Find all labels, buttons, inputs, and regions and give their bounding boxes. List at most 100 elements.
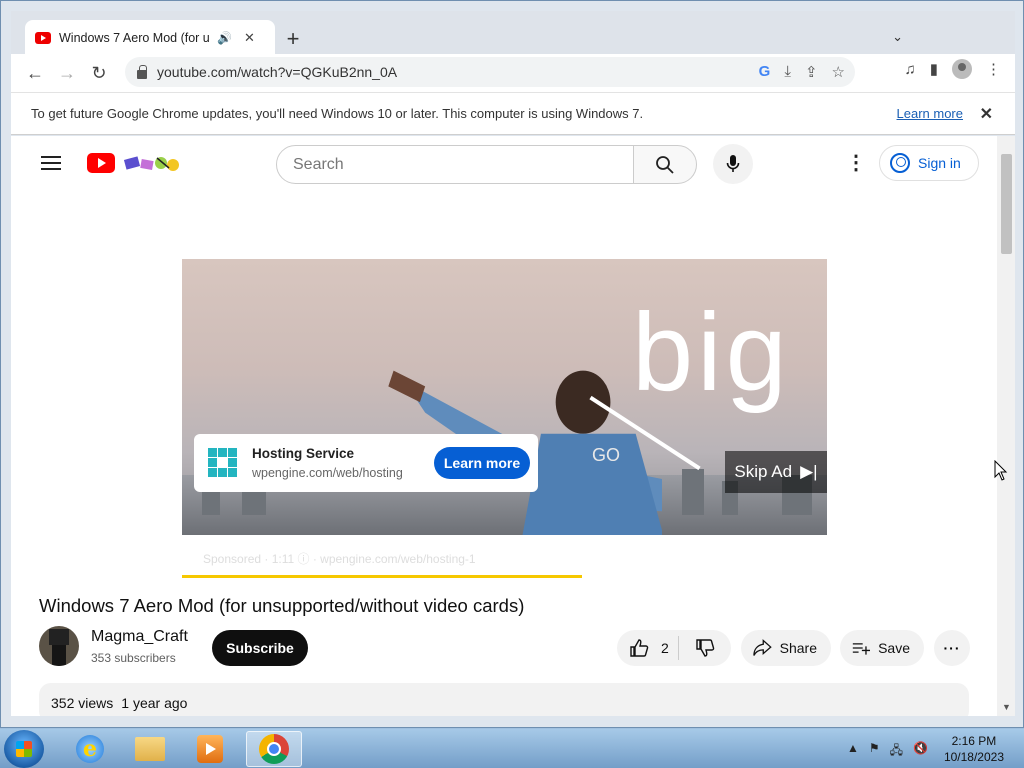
speaker-icon[interactable]: 🔊 bbox=[217, 31, 232, 45]
ad-big-text: big bbox=[632, 291, 791, 414]
toolbar-right: ♫ ▮ ⋮ bbox=[904, 59, 1001, 79]
tab-search-chevron-icon[interactable]: ⌄ bbox=[892, 29, 903, 45]
address-bar[interactable]: youtube.com/watch?v=QGKuB2nn_0A G ⤓ ⇪ ☆ bbox=[125, 57, 855, 87]
windows-taskbar: e ▲ ⚑ 🖧 🔇 2:16 PM 10/18/2023 bbox=[0, 728, 1024, 768]
sign-in-label: Sign in bbox=[918, 155, 961, 171]
back-button[interactable]: ← bbox=[19, 57, 51, 89]
page-scrollbar[interactable]: ▼ bbox=[997, 136, 1015, 716]
update-infobar: To get future Google Chrome updates, you… bbox=[11, 92, 1015, 135]
show-hidden-icons-icon[interactable]: ▲ bbox=[847, 741, 859, 762]
taskbar-chrome[interactable] bbox=[246, 731, 302, 767]
wpengine-logo-icon bbox=[208, 448, 238, 478]
account-circle-icon bbox=[890, 153, 910, 173]
share-label: Share bbox=[779, 640, 817, 656]
browser-toolbar: ← → ↻ youtube.com/watch?v=QGKuB2nn_0A G … bbox=[11, 54, 1015, 92]
tab-strip: Windows 7 Aero Mod (for unsupported/with… bbox=[11, 11, 1015, 55]
like-dislike-group: 2 bbox=[617, 630, 731, 666]
more-actions-button[interactable]: ··· bbox=[934, 630, 970, 666]
url-text[interactable]: youtube.com/watch?v=QGKuB2nn_0A bbox=[157, 64, 397, 80]
start-button[interactable] bbox=[4, 730, 44, 768]
skip-ad-button[interactable]: Skip Ad ▶| bbox=[725, 451, 827, 493]
youtube-doodle-icon[interactable] bbox=[121, 152, 181, 174]
infobar-close-icon[interactable]: ✕ bbox=[980, 104, 993, 124]
save-button[interactable]: Save bbox=[840, 630, 924, 666]
description-box[interactable]: 352 views 1 year ago bbox=[39, 683, 969, 716]
system-tray: ▲ ⚑ 🖧 🔇 bbox=[847, 741, 928, 762]
building bbox=[682, 469, 704, 515]
folder-icon bbox=[135, 737, 165, 761]
subscribe-button[interactable]: Subscribe bbox=[212, 630, 308, 666]
youtube-favicon-icon bbox=[35, 31, 51, 44]
view-count: 352 views bbox=[51, 695, 114, 711]
taskbar-internet-explorer[interactable]: e bbox=[62, 731, 118, 767]
tab-youtube[interactable]: Windows 7 Aero Mod (for unsupported/with… bbox=[25, 20, 275, 55]
share-page-icon[interactable]: ⇪ bbox=[805, 63, 818, 81]
system-clock[interactable]: 2:16 PM 10/18/2023 bbox=[944, 733, 1004, 765]
ad-overlay-card[interactable]: Hosting Service wpengine.com/web/hosting… bbox=[194, 434, 538, 492]
settings-menu-icon[interactable]: ⋮ bbox=[846, 153, 866, 173]
dislike-button[interactable] bbox=[679, 638, 731, 658]
chrome-window: ▁ ▭ ✕ Windows 7 Aero Mod (for unsupporte… bbox=[0, 0, 1024, 728]
volume-muted-icon[interactable]: 🔇 bbox=[913, 741, 928, 762]
ad-video[interactable]: big GO bbox=[182, 259, 827, 535]
video-title: Windows 7 Aero Mod (for unsupported/with… bbox=[39, 595, 525, 616]
internet-explorer-icon: e bbox=[76, 735, 104, 763]
ad-url: wpengine.com/web/hosting bbox=[252, 466, 403, 480]
forward-button[interactable]: → bbox=[51, 57, 83, 89]
clock-date: 10/18/2023 bbox=[943, 750, 1004, 764]
tab-title: Windows 7 Aero Mod (for unsupported/with… bbox=[59, 30, 209, 45]
infobar-learn-more-link[interactable]: Learn more bbox=[897, 106, 963, 121]
share-icon bbox=[753, 639, 772, 656]
action-center-flag-icon[interactable]: ⚑ bbox=[869, 741, 880, 762]
search-icon bbox=[656, 155, 674, 174]
side-panel-icon[interactable]: ▮ bbox=[930, 60, 938, 78]
media-player-icon bbox=[197, 735, 223, 763]
channel-name[interactable]: Magma_Craft bbox=[91, 628, 188, 646]
microphone-icon bbox=[726, 155, 740, 172]
like-button[interactable]: 2 bbox=[617, 636, 679, 660]
youtube-page: Search ⋮ Sign in big GO Hosting Service … bbox=[11, 136, 1015, 716]
chrome-icon bbox=[259, 734, 289, 764]
mouse-cursor-icon bbox=[994, 460, 1008, 481]
save-playlist-icon bbox=[852, 643, 871, 655]
save-label: Save bbox=[878, 640, 910, 656]
thumbs-down-icon bbox=[696, 639, 715, 657]
subscriber-count: 353 subscribers bbox=[91, 651, 176, 665]
new-tab-button[interactable]: + bbox=[279, 26, 307, 54]
clock-time: 2:16 PM bbox=[951, 734, 997, 748]
omnibox-actions: G ⤓ ⇪ ☆ bbox=[759, 63, 845, 81]
ad-texts: Hosting Service wpengine.com/web/hosting bbox=[252, 446, 403, 480]
channel-avatar[interactable] bbox=[39, 626, 79, 666]
bookmark-star-icon[interactable]: ☆ bbox=[832, 63, 845, 81]
profile-avatar-icon[interactable] bbox=[952, 59, 972, 79]
scroll-down-arrow-icon[interactable]: ▼ bbox=[1002, 702, 1011, 712]
voice-search-button[interactable] bbox=[713, 144, 753, 184]
thumbs-up-icon bbox=[630, 639, 649, 657]
network-icon[interactable]: 🖧 bbox=[890, 741, 903, 762]
ad-title: Hosting Service bbox=[252, 446, 355, 461]
lock-icon[interactable] bbox=[137, 64, 147, 79]
skip-next-icon: ▶| bbox=[800, 462, 818, 481]
google-translate-icon[interactable]: G bbox=[759, 63, 771, 81]
install-app-icon[interactable]: ⤓ bbox=[784, 63, 791, 81]
reload-button[interactable]: ↻ bbox=[83, 57, 115, 89]
taskbar-file-explorer[interactable] bbox=[122, 731, 178, 767]
media-control-icon[interactable]: ♫ bbox=[904, 61, 915, 78]
search-input[interactable]: Search bbox=[276, 145, 634, 184]
upload-age: 1 year ago bbox=[121, 695, 188, 711]
sign-in-button[interactable]: Sign in bbox=[879, 145, 979, 181]
ad-go-text: GO bbox=[592, 445, 621, 465]
guide-menu-icon[interactable] bbox=[41, 156, 61, 170]
ad-learn-more-button[interactable]: Learn more bbox=[434, 447, 530, 479]
skip-ad-label: Skip Ad bbox=[734, 462, 793, 481]
ad-progress-bar[interactable] bbox=[182, 575, 582, 578]
taskbar-media-player[interactable] bbox=[182, 731, 238, 767]
like-count: 2 bbox=[661, 640, 669, 656]
chrome-menu-icon[interactable]: ⋮ bbox=[986, 60, 1001, 78]
scrollbar-thumb[interactable] bbox=[1001, 154, 1012, 254]
share-button[interactable]: Share bbox=[741, 630, 831, 666]
tab-close-icon[interactable]: ✕ bbox=[244, 30, 255, 46]
youtube-logo[interactable] bbox=[87, 153, 115, 173]
search-button[interactable] bbox=[633, 145, 697, 184]
infobar-message: To get future Google Chrome updates, you… bbox=[31, 106, 644, 121]
